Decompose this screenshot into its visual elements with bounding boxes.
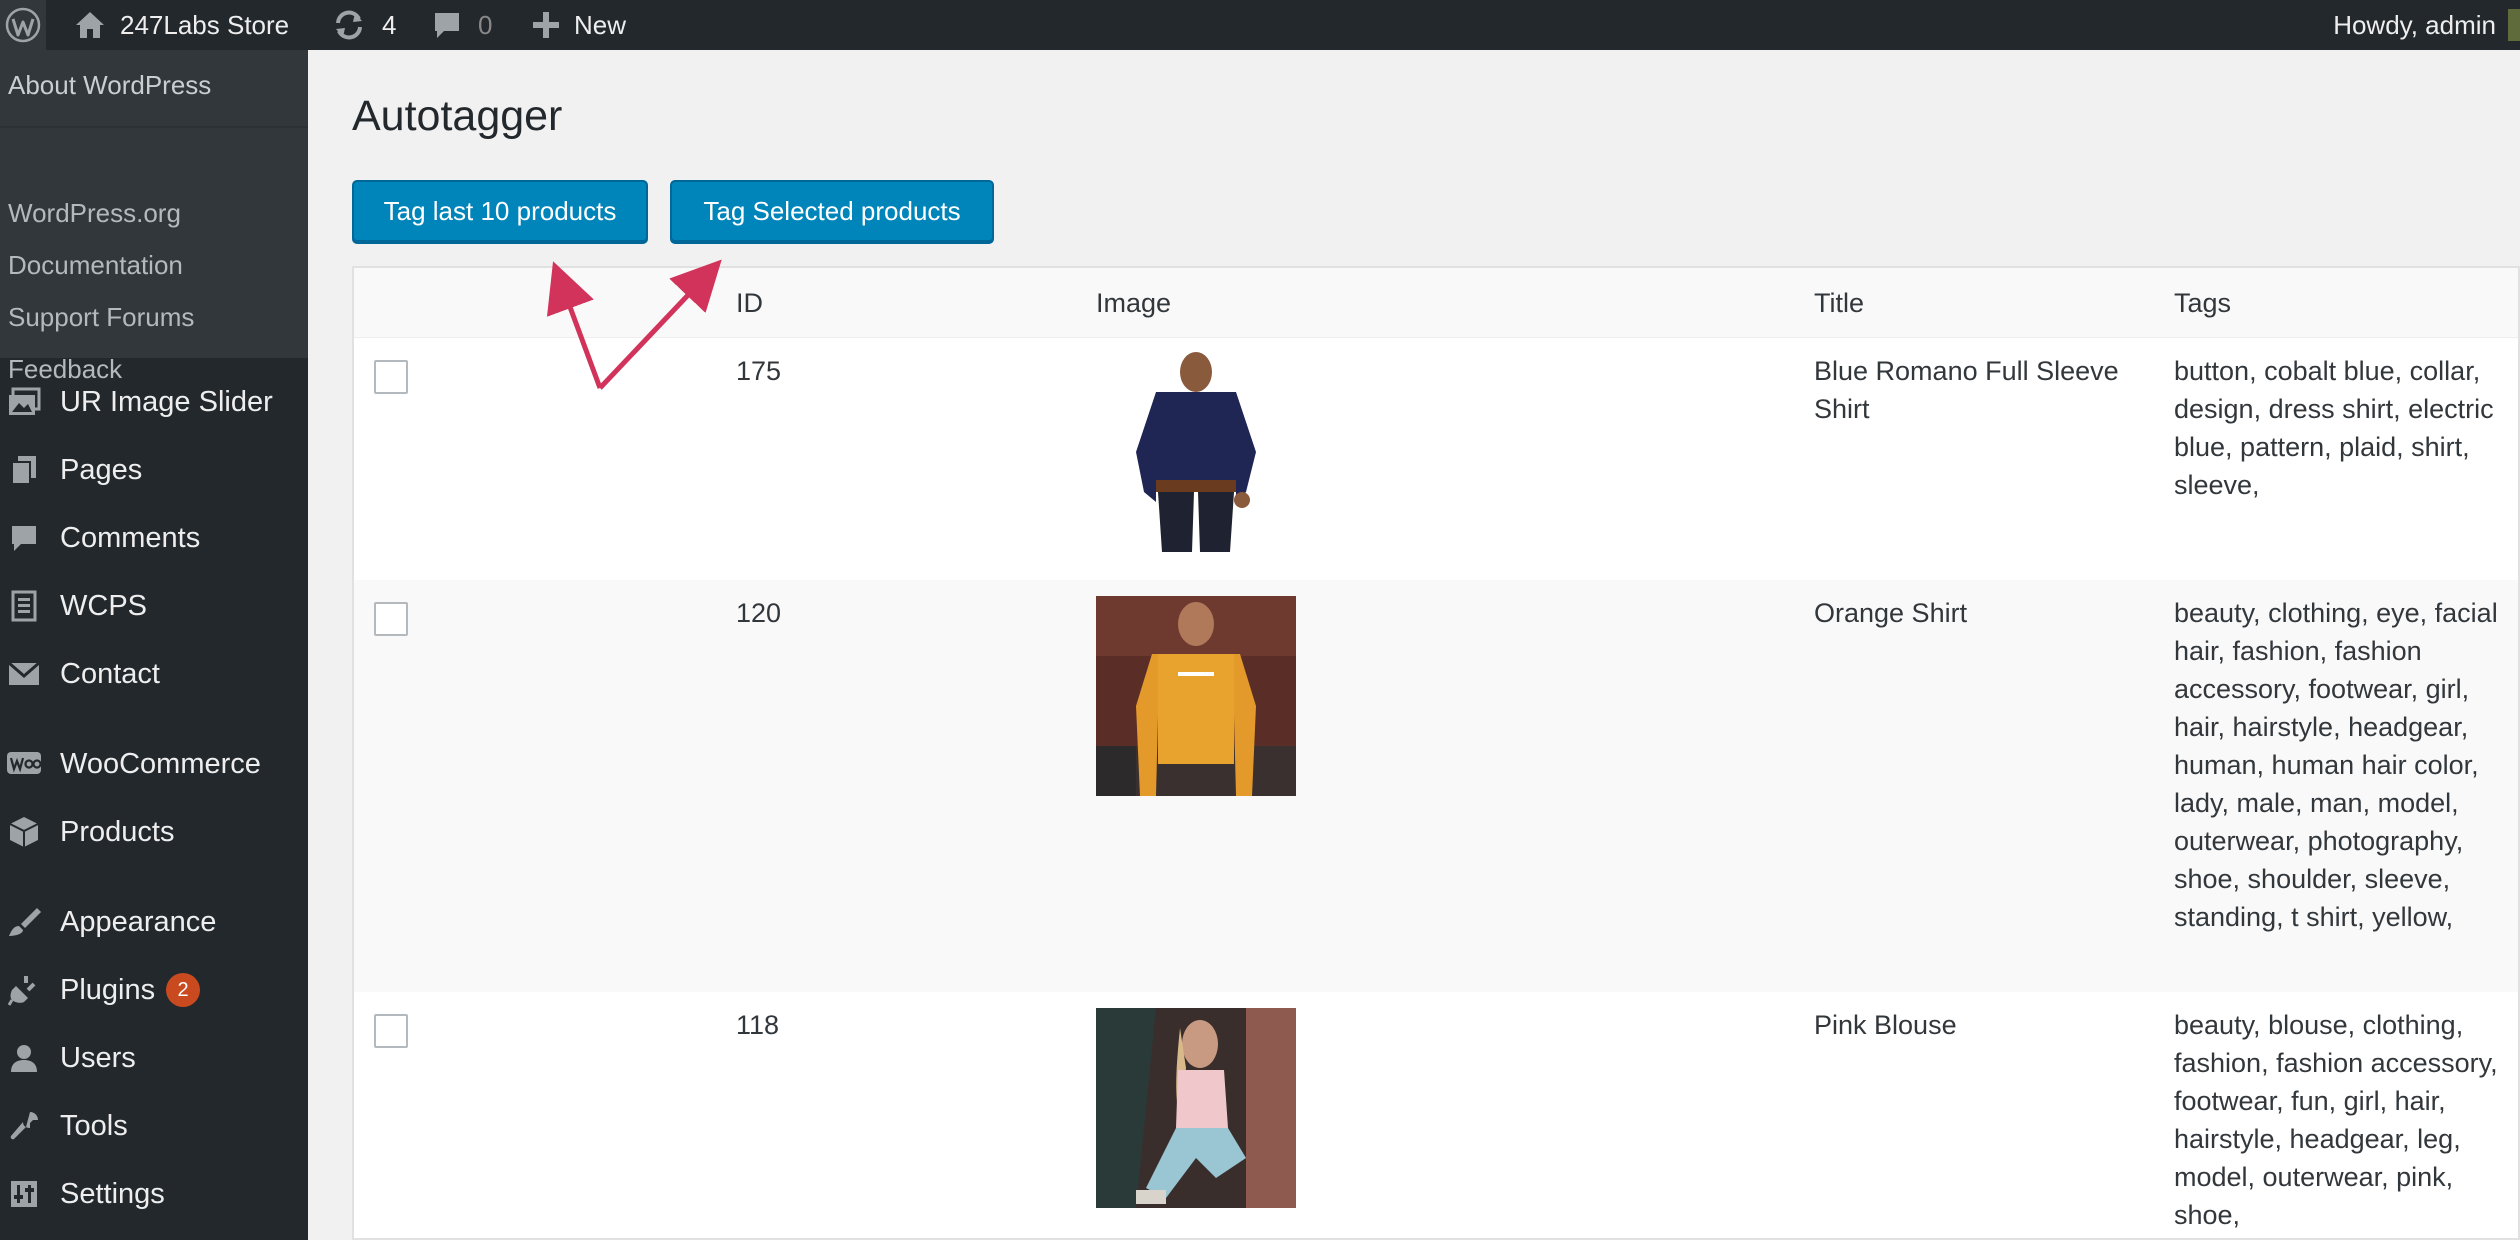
sidebar-item-comments[interactable]: Comments	[0, 508, 308, 568]
table-header-row: ID Image Title Tags	[354, 268, 2518, 338]
sidebar-item-contact[interactable]: Contact	[0, 644, 308, 704]
about-submenu: WordPress.org Documentation Support Foru…	[0, 126, 308, 384]
pages-icon	[6, 452, 42, 488]
row-checkbox[interactable]	[374, 1014, 408, 1048]
updates-count: 4	[382, 9, 397, 40]
comments-count: 0	[478, 9, 493, 40]
product-title: Pink Blouse	[1814, 1010, 1957, 1040]
product-title: Orange Shirt	[1814, 598, 1968, 628]
comments-icon	[6, 520, 42, 556]
sidebar-item-label: WCPS	[60, 589, 147, 622]
product-tags: button, cobalt blue, collar, design, dre…	[2174, 356, 2494, 500]
sidebar-item-ur-image-slider[interactable]: UR Image Slider	[0, 372, 308, 432]
wcps-icon	[6, 588, 42, 624]
tag-last-10-products-button[interactable]: Tag last 10 products	[352, 180, 648, 242]
new-label: New	[574, 9, 627, 40]
page-title: Autotagger	[352, 92, 563, 140]
column-header-tags: Tags	[2174, 288, 2232, 318]
product-tags: beauty, clothing, eye, facial hair, fash…	[2174, 598, 2498, 932]
product-tags: beauty, blouse, clothing, fashion, fashi…	[2174, 1010, 2498, 1230]
mail-icon	[6, 656, 42, 692]
site-name-link[interactable]: 247Labs Store	[74, 0, 289, 50]
tag-selected-products-button[interactable]: Tag Selected products	[670, 180, 994, 242]
updates-icon	[332, 9, 366, 41]
row-checkbox[interactable]	[374, 602, 408, 636]
updates-link[interactable]: 4	[332, 0, 396, 50]
admin-sidebar: About WordPress WordPress.org Documentat…	[0, 50, 308, 1240]
my-account-link[interactable]: Howdy, admin	[2333, 0, 2520, 50]
column-header-image: Image	[1096, 288, 1172, 318]
orange-shirt-photo	[1096, 596, 1296, 796]
sidebar-item-label: Tools	[60, 1109, 128, 1142]
avatar	[2508, 9, 2520, 41]
wrench-icon	[6, 1108, 42, 1144]
sidebar-item-label: WooCommerce	[60, 747, 261, 780]
sidebar-item-label: Plugins	[60, 973, 156, 1006]
product-id: 175	[736, 356, 782, 386]
plugin-icon	[6, 972, 42, 1008]
pink-blouse-photo	[1096, 1008, 1296, 1208]
settings-icon	[6, 1176, 42, 1212]
product-id: 120	[736, 598, 782, 628]
sidebar-item-label: Products	[60, 815, 175, 848]
products-icon	[6, 814, 42, 850]
sidebar-item-pages[interactable]: Pages	[0, 440, 308, 500]
submenu-wordpress-org[interactable]: WordPress.org	[8, 198, 181, 229]
product-id: 118	[736, 1010, 780, 1040]
user-icon	[6, 1040, 42, 1076]
column-header-title: Title	[1814, 288, 1865, 318]
new-content-link[interactable]: New	[532, 0, 626, 50]
plugins-update-badge: 2	[166, 973, 200, 1007]
submenu-documentation[interactable]: Documentation	[8, 250, 183, 281]
sidebar-item-wcps[interactable]: WCPS	[0, 576, 308, 636]
sidebar-item-tools[interactable]: Tools	[0, 1096, 308, 1156]
woo-icon	[6, 746, 42, 782]
table-row: 120 Orange Shirt beauty, clothing, eye, …	[354, 580, 2518, 992]
sidebar-item-label: Appearance	[60, 905, 217, 938]
row-checkbox[interactable]	[374, 360, 408, 394]
comment-bubble-icon	[432, 10, 462, 40]
about-wordpress-link[interactable]: About WordPress	[8, 70, 211, 101]
wordpress-logo-icon[interactable]	[0, 0, 46, 50]
column-header-id: ID	[736, 288, 763, 318]
admin-bar: 247Labs Store 4 0 New Howdy, admin	[0, 0, 2520, 50]
sidebar-item-products[interactable]: Products	[0, 802, 308, 862]
sidebar-item-label: Pages	[60, 453, 143, 486]
sidebar-item-label: Settings	[60, 1177, 165, 1210]
sidebar-item-plugins[interactable]: Plugins 2	[0, 960, 308, 1020]
sidebar-item-appearance[interactable]: Appearance	[0, 892, 308, 952]
sidebar-item-label: Contact	[60, 657, 160, 690]
table-row: 118 Pink Blouse beauty, blouse, clothing…	[354, 992, 2518, 1238]
sidebar-item-settings[interactable]: Settings	[0, 1164, 308, 1224]
home-icon	[74, 10, 106, 40]
submenu-support-forums[interactable]: Support Forums	[8, 302, 194, 333]
about-wordpress-menu[interactable]: About WordPress	[0, 50, 308, 126]
image-slider-icon	[6, 384, 42, 420]
sidebar-item-label: Comments	[60, 521, 201, 554]
blue-shirt-photo	[1096, 352, 1296, 552]
table-row: 175 Blue Romano Full Sleeve Shirt button…	[354, 338, 2518, 580]
product-title: Blue Romano Full Sleeve Shirt	[1814, 356, 2119, 424]
sidebar-item-label: UR Image Slider	[60, 385, 273, 418]
brush-icon	[6, 904, 42, 940]
sidebar-item-label: Users	[60, 1041, 136, 1074]
sidebar-item-users[interactable]: Users	[0, 1028, 308, 1088]
site-name: 247Labs Store	[120, 9, 290, 40]
comments-link[interactable]: 0	[432, 0, 492, 50]
sidebar-item-woocommerce[interactable]: WooCommerce	[0, 734, 308, 794]
plus-icon	[532, 11, 560, 39]
account-greeting: Howdy, admin	[2333, 9, 2496, 40]
products-table: ID Image Title Tags 175 Blue Romano Full…	[352, 266, 2520, 1240]
